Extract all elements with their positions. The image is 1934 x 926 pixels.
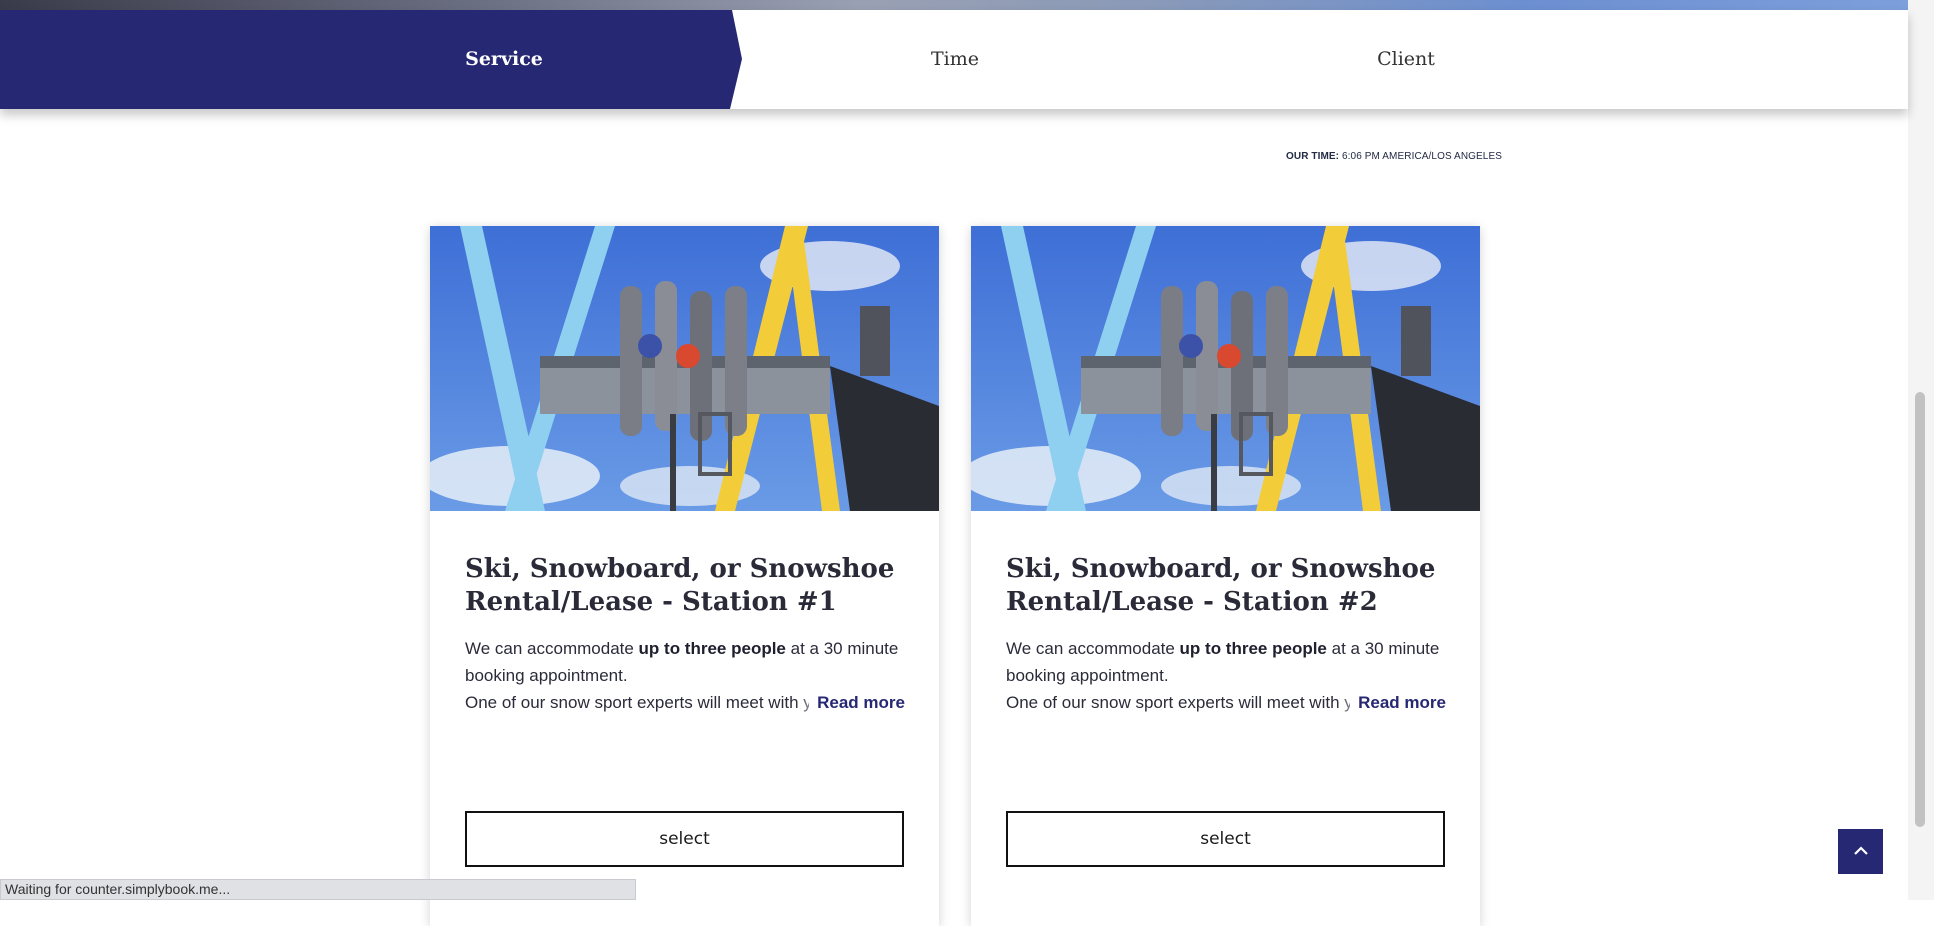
service-card: Ski, Snowboard, or Snowshoe Rental/Lease… [971, 226, 1480, 926]
service-description: We can accommodate up to three people at… [465, 635, 905, 716]
booking-steps-bar: Service Time Client [0, 10, 1908, 109]
select-button[interactable]: select [465, 811, 904, 867]
page-scrollbar[interactable] [1908, 0, 1934, 900]
scrollbar-thumb[interactable] [1915, 392, 1925, 827]
desc-more-row: One of our snow sport experts will meet … [1006, 689, 1446, 716]
chevron-up-icon [1853, 843, 1869, 861]
desc-text-bold: up to three people [638, 639, 786, 658]
browser-status-bar: Waiting for counter.simplybook.me... [0, 879, 636, 900]
our-time-value: 6:06 PM AMERICA/LOS ANGELES [1342, 151, 1503, 162]
read-more-link[interactable]: Read more [809, 689, 905, 716]
our-time-label: OUR TIME: [1286, 151, 1340, 162]
step-time[interactable]: Time [855, 10, 1055, 109]
scroll-to-top-button[interactable] [1838, 829, 1883, 874]
desc-text-bold: up to three people [1179, 639, 1327, 658]
service-card-body: Ski, Snowboard, or Snowshoe Rental/Lease… [1006, 553, 1446, 716]
desc-text-pre: We can accommodate [1006, 639, 1180, 658]
hero-image-strip [0, 0, 1908, 10]
step-client[interactable]: Client [1306, 10, 1506, 109]
service-card-body: Ski, Snowboard, or Snowshoe Rental/Lease… [465, 553, 905, 716]
our-time: OUR TIME: 6:06 PM AMERICA/LOS ANGELES [1286, 151, 1502, 162]
desc-text-pre: We can accommodate [465, 639, 639, 658]
service-title: Ski, Snowboard, or Snowshoe Rental/Lease… [1006, 554, 1436, 617]
desc-more-row: One of our snow sport experts will meet … [465, 689, 905, 716]
service-description: We can accommodate up to three people at… [1006, 635, 1446, 716]
service-image[interactable] [430, 226, 939, 511]
service-image[interactable] [971, 226, 1480, 511]
select-button[interactable]: select [1006, 811, 1445, 867]
read-more-link[interactable]: Read more [1350, 689, 1446, 716]
service-card: Ski, Snowboard, or Snowshoe Rental/Lease… [430, 226, 939, 926]
service-title: Ski, Snowboard, or Snowshoe Rental/Lease… [465, 554, 895, 617]
